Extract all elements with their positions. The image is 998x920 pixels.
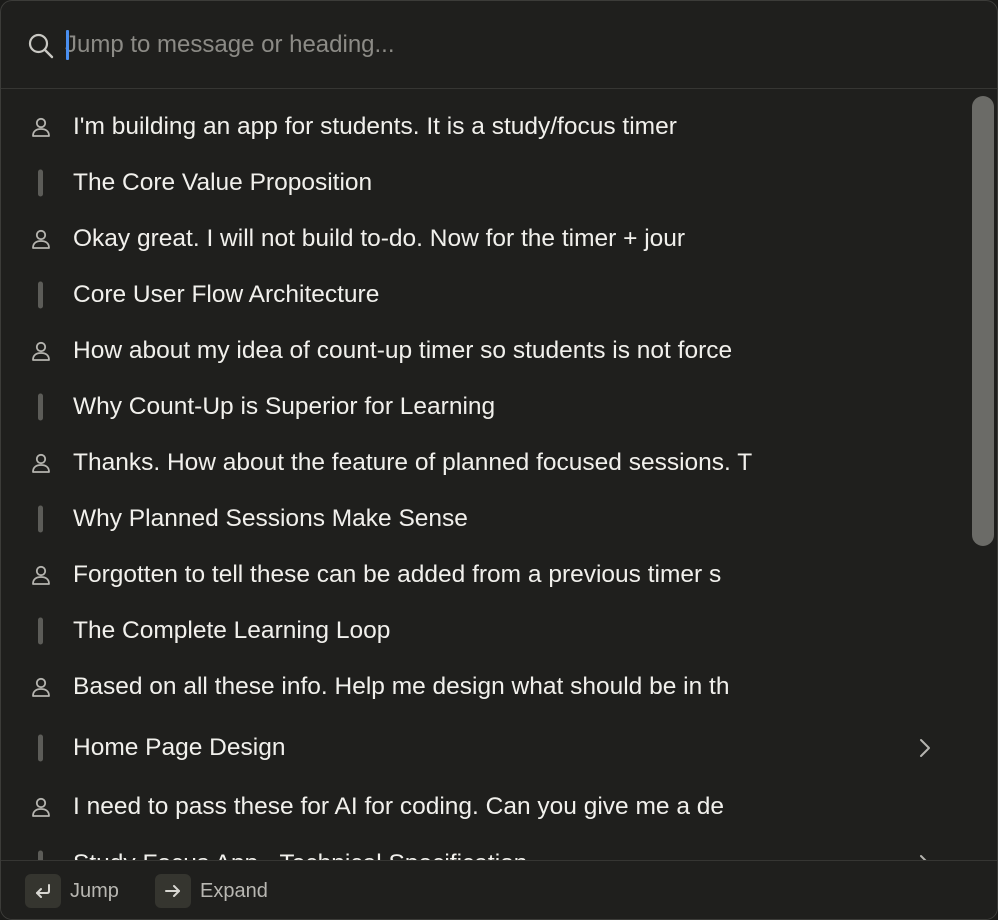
user-icon [32, 677, 50, 697]
list-item-label: Home Page Design [73, 734, 286, 761]
list-item-message[interactable]: I need to pass these for AI for coding. … [1, 779, 971, 835]
search-icon [28, 33, 54, 59]
user-icon [32, 453, 50, 473]
list-item-heading[interactable]: Why Planned Sessions Make Sense [1, 491, 971, 547]
return-icon [36, 884, 50, 898]
list-item-message[interactable]: How about my idea of count-up timer so s… [1, 323, 971, 379]
list-item-label: Forgotten to tell these can be added fro… [73, 561, 722, 588]
results-list: I'm building an app for students. It is … [1, 90, 997, 860]
list-item-message[interactable]: Based on all these info. Help me design … [1, 659, 971, 715]
list-item-message[interactable]: Forgotten to tell these can be added fro… [1, 547, 971, 603]
list-item-heading[interactable]: Study Focus App - Technical Specificatio… [1, 836, 971, 860]
scrollbar-thumb[interactable] [972, 96, 994, 546]
list-item-label: Okay great. I will not build to-do. Now … [73, 225, 686, 252]
heading-bar-icon [38, 734, 43, 762]
list-item-heading[interactable]: The Core Value Proposition [1, 155, 971, 211]
chevron-right-icon[interactable] [915, 736, 935, 760]
user-icon [32, 565, 50, 585]
search-bar [1, 1, 997, 89]
list-item-heading[interactable]: Home Page Design [1, 718, 971, 778]
list-item-label: I need to pass these for AI for coding. … [73, 793, 725, 820]
user-icon [32, 797, 50, 817]
list-item-label: I'm building an app for students. It is … [73, 113, 677, 140]
jump-hint-label: Jump [70, 879, 119, 902]
arrow-right-key [155, 874, 191, 908]
user-icon [32, 229, 50, 249]
jump-palette: I'm building an app for students. It is … [0, 0, 998, 920]
list-item-label: How about my idea of count-up timer so s… [73, 337, 733, 364]
list-item-label: Based on all these info. Help me design … [73, 673, 730, 700]
footer-hints: Jump Expand [1, 860, 997, 919]
heading-bar-icon [38, 281, 43, 309]
list-item-message[interactable]: Okay great. I will not build to-do. Now … [1, 211, 971, 267]
user-icon [32, 341, 50, 361]
heading-bar-icon [38, 617, 43, 645]
list-item-heading[interactable]: Core User Flow Architecture [1, 267, 971, 323]
chevron-right-icon[interactable] [915, 852, 935, 860]
list-item-label: Why Count-Up is Superior for Learning [73, 393, 496, 420]
list-item-label: The Complete Learning Loop [73, 617, 391, 644]
text-caret [66, 30, 69, 60]
list-item-label: The Core Value Proposition [73, 169, 373, 196]
user-icon [32, 117, 50, 137]
list-item-heading[interactable]: The Complete Learning Loop [1, 603, 971, 659]
search-input[interactable] [65, 25, 945, 65]
heading-bar-icon [38, 393, 43, 421]
list-item-label: Thanks. How about the feature of planned… [73, 449, 753, 476]
heading-bar-icon [38, 505, 43, 533]
expand-hint-label: Expand [200, 879, 268, 902]
list-item-label: Core User Flow Architecture [73, 281, 380, 308]
expand-hint: Expand [155, 873, 268, 909]
list-item-message[interactable]: I'm building an app for students. It is … [1, 99, 971, 155]
list-item-label: Why Planned Sessions Make Sense [73, 505, 468, 532]
heading-bar-icon [38, 169, 43, 197]
heading-bar-icon [38, 850, 43, 860]
list-item-message[interactable]: Thanks. How about the feature of planned… [1, 435, 971, 491]
list-item-label: Study Focus App - Technical Specificatio… [73, 849, 527, 860]
jump-hint: Jump [25, 873, 119, 909]
list-item-heading[interactable]: Why Count-Up is Superior for Learning [1, 379, 971, 435]
arrow-right-icon [165, 885, 180, 897]
return-key [25, 874, 61, 908]
